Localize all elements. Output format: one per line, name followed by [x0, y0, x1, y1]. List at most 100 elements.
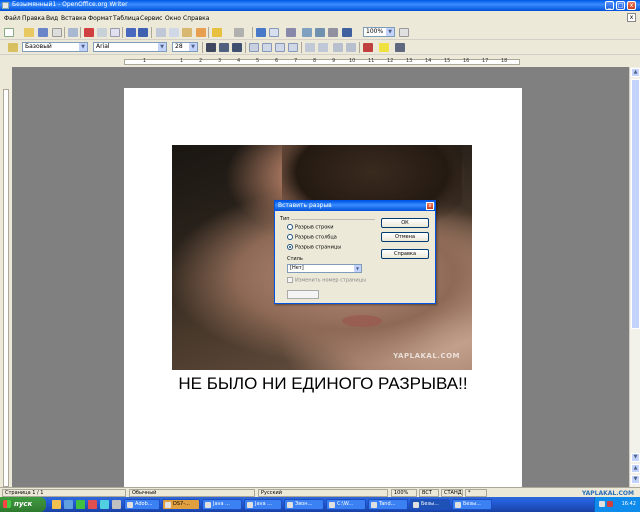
autospellcheck-icon[interactable] — [138, 28, 148, 37]
status-page-style[interactable]: Обычный — [129, 489, 255, 497]
bullets-icon[interactable] — [318, 43, 328, 52]
quicklaunch-icon[interactable] — [64, 500, 73, 509]
menu-help[interactable]: Справка — [183, 15, 209, 22]
radio-dot-selected[interactable] — [287, 244, 293, 250]
app-icon[interactable] — [2, 2, 9, 9]
format-paintbrush-icon[interactable] — [196, 28, 206, 37]
document-caption[interactable]: НЕ БЫЛО НИ ЕДИНОГО РАЗРЫВА!! — [124, 374, 522, 394]
scroll-thumb[interactable] — [631, 79, 640, 329]
quicklaunch-icon[interactable] — [76, 500, 85, 509]
quicklaunch-icon[interactable] — [100, 500, 109, 509]
style-select[interactable]: [Нет] ▼ — [287, 264, 362, 273]
page-number-spin[interactable] — [287, 290, 319, 299]
radio-column-break[interactable]: Разрыв столбца — [287, 234, 337, 241]
export-pdf-icon[interactable] — [84, 28, 94, 37]
new-document-icon[interactable] — [4, 28, 14, 37]
change-page-number-checkbox[interactable]: Изменить номер страницы — [287, 277, 366, 284]
bold-icon[interactable] — [206, 43, 216, 52]
styles-icon[interactable] — [8, 43, 18, 52]
justify-icon[interactable] — [288, 43, 298, 52]
menu-view[interactable]: Вид — [46, 15, 58, 22]
dialog-close-icon[interactable]: x — [426, 202, 434, 210]
menu-file[interactable]: Файл — [4, 15, 21, 22]
italic-icon[interactable] — [219, 43, 229, 52]
cut-icon[interactable] — [156, 28, 166, 37]
scroll-down-icon[interactable]: ▼ — [631, 453, 640, 462]
help-button[interactable]: Справка — [381, 249, 429, 259]
paragraph-style-combo[interactable]: Базовый ▼ — [22, 42, 88, 52]
previous-page-icon[interactable]: ▲ — [631, 464, 640, 473]
scroll-up-icon[interactable]: ▲ — [631, 68, 640, 77]
close-button[interactable]: x — [627, 1, 636, 10]
gallery-icon[interactable] — [315, 28, 325, 37]
hyperlink-icon[interactable] — [256, 28, 266, 37]
edit-file-icon[interactable] — [68, 28, 78, 37]
menu-insert[interactable]: Вставка — [61, 15, 86, 22]
chevron-down-icon[interactable]: ▼ — [386, 28, 394, 36]
decrease-indent-icon[interactable] — [333, 43, 343, 52]
status-language[interactable]: Русский — [258, 489, 388, 497]
taskbar-item-tand[interactable]: Tand... — [368, 499, 408, 510]
paste-icon[interactable] — [182, 28, 192, 37]
radio-line-break[interactable]: Разрыв строки — [287, 224, 334, 231]
print-icon[interactable] — [97, 28, 107, 37]
document-close-button[interactable]: x — [627, 13, 636, 22]
font-color-icon[interactable] — [363, 43, 373, 52]
taskbar-item-zvon[interactable]: Звон... — [284, 499, 324, 510]
page-preview-icon[interactable] — [110, 28, 120, 37]
taskbar-item-cmd[interactable]: C:\W... — [326, 499, 366, 510]
align-right-icon[interactable] — [275, 43, 285, 52]
cancel-button[interactable]: Отмена — [381, 232, 429, 242]
taskbar-item-java-1[interactable]: Java ... — [202, 499, 242, 510]
menu-edit[interactable]: Правка — [22, 15, 45, 22]
quicklaunch-icon[interactable] — [88, 500, 97, 509]
copy-icon[interactable] — [169, 28, 179, 37]
formatting-marks-icon[interactable] — [342, 28, 352, 37]
minimize-button[interactable]: _ — [605, 1, 614, 10]
status-insert-mode[interactable]: ВСТ — [419, 489, 439, 497]
radio-page-break[interactable]: Разрыв страницы — [287, 244, 341, 251]
help-icon[interactable] — [399, 28, 409, 37]
tray-icon[interactable] — [599, 501, 605, 507]
chevron-down-icon[interactable]: ▼ — [79, 43, 87, 51]
taskbar-item-ds7[interactable]: DS7-... — [162, 499, 200, 510]
data-sources-icon[interactable] — [328, 28, 338, 37]
vertical-scrollbar[interactable]: ▲ ▼ ▲ ▼ — [629, 67, 640, 487]
status-zoom[interactable]: 100% — [391, 489, 417, 497]
email-icon[interactable] — [52, 28, 62, 37]
font-size-combo[interactable]: 28 ▼ — [172, 42, 198, 52]
align-left-icon[interactable] — [249, 43, 259, 52]
radio-dot[interactable] — [287, 234, 293, 240]
undo-icon[interactable] — [212, 28, 222, 37]
font-name-combo[interactable]: Arial ▼ — [93, 42, 167, 52]
spellcheck-icon[interactable] — [126, 28, 136, 37]
menu-table[interactable]: Таблица — [113, 15, 140, 22]
start-button[interactable]: пуск — [0, 497, 46, 512]
redo-icon[interactable] — [234, 28, 244, 37]
table-icon[interactable] — [269, 28, 279, 37]
ok-button[interactable]: ОК — [381, 218, 429, 228]
window-title-bar[interactable]: Безымянный1 - OpenOffice.org Writer _ □ … — [0, 0, 640, 11]
vertical-ruler[interactable] — [0, 67, 12, 487]
menu-tools[interactable]: Сервис — [140, 15, 162, 22]
show-draw-functions-icon[interactable] — [286, 28, 296, 37]
navigator-icon[interactable] — [302, 28, 312, 37]
numbering-icon[interactable] — [305, 43, 315, 52]
taskbar-item-java-2[interactable]: Java ... — [244, 499, 282, 510]
taskbar-item-bezy-1[interactable]: Безы... — [410, 499, 450, 510]
status-page[interactable]: Страница 1 / 1 — [2, 489, 126, 497]
quicklaunch-icon[interactable] — [112, 500, 121, 509]
taskbar-item-bezy-2[interactable]: Безы... — [452, 499, 492, 510]
zoom-combo[interactable]: 100% ▼ — [363, 27, 395, 37]
background-color-icon[interactable] — [395, 43, 405, 52]
save-icon[interactable] — [38, 28, 48, 37]
radio-dot[interactable] — [287, 224, 293, 230]
horizontal-ruler[interactable]: 1 1 2 3 4 5 6 7 8 9 10 11 12 13 14 15 16… — [0, 57, 640, 67]
quicklaunch-icon[interactable] — [52, 500, 61, 509]
chevron-down-icon[interactable]: ▼ — [158, 43, 166, 51]
open-icon[interactable] — [24, 28, 34, 37]
chevron-down-icon[interactable]: ▼ — [354, 265, 361, 272]
status-selection-mode[interactable]: СТАНД — [441, 489, 463, 497]
increase-indent-icon[interactable] — [346, 43, 356, 52]
highlighting-icon[interactable] — [379, 43, 389, 52]
